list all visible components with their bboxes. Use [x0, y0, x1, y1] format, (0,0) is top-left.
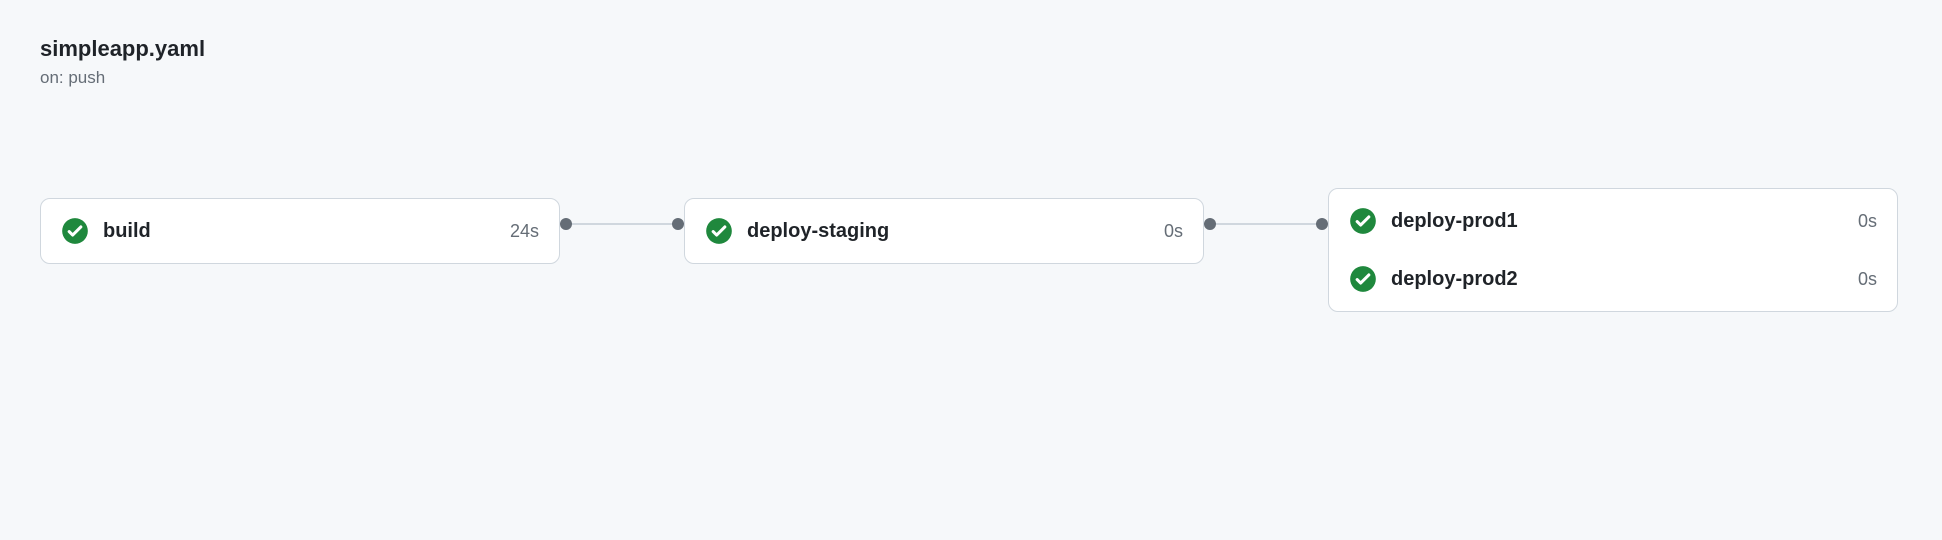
connector-line [1216, 223, 1316, 225]
job-name: build [103, 220, 496, 243]
job-duration: 0s [1858, 269, 1877, 290]
check-circle-icon [1349, 207, 1377, 235]
job-row[interactable]: build 24s [61, 217, 539, 245]
workflow-trigger: on: push [40, 68, 1902, 88]
job-duration: 24s [510, 221, 539, 242]
connector-line [572, 223, 672, 225]
job-row[interactable]: deploy-prod1 0s [1349, 207, 1877, 235]
check-circle-icon [1349, 265, 1377, 293]
connector-dot-icon [1204, 218, 1216, 230]
job-card[interactable]: deploy-staging 0s [684, 198, 1204, 264]
workflow-graph: build 24s deploy-staging 0s [40, 188, 1902, 312]
job-name: deploy-staging [747, 220, 1150, 243]
connector-dot-icon [560, 218, 572, 230]
workflow-header: simpleapp.yaml on: push [40, 36, 1902, 88]
graph-column: deploy-staging 0s [684, 198, 1204, 264]
job-row[interactable]: deploy-prod2 0s [1349, 265, 1877, 293]
connector-dot-icon [1316, 218, 1328, 230]
job-card[interactable]: build 24s [40, 198, 560, 264]
graph-column: deploy-prod1 0s deploy-prod2 0s [1328, 188, 1898, 312]
check-circle-icon [61, 217, 89, 245]
workflow-title: simpleapp.yaml [40, 36, 1902, 62]
job-duration: 0s [1164, 221, 1183, 242]
check-circle-icon [705, 217, 733, 245]
job-card-group[interactable]: deploy-prod1 0s deploy-prod2 0s [1328, 188, 1898, 312]
job-duration: 0s [1858, 211, 1877, 232]
connector-dot-icon [672, 218, 684, 230]
graph-column: build 24s [40, 198, 560, 264]
job-name: deploy-prod2 [1391, 268, 1844, 291]
job-name: deploy-prod1 [1391, 210, 1844, 233]
job-row[interactable]: deploy-staging 0s [705, 217, 1183, 245]
